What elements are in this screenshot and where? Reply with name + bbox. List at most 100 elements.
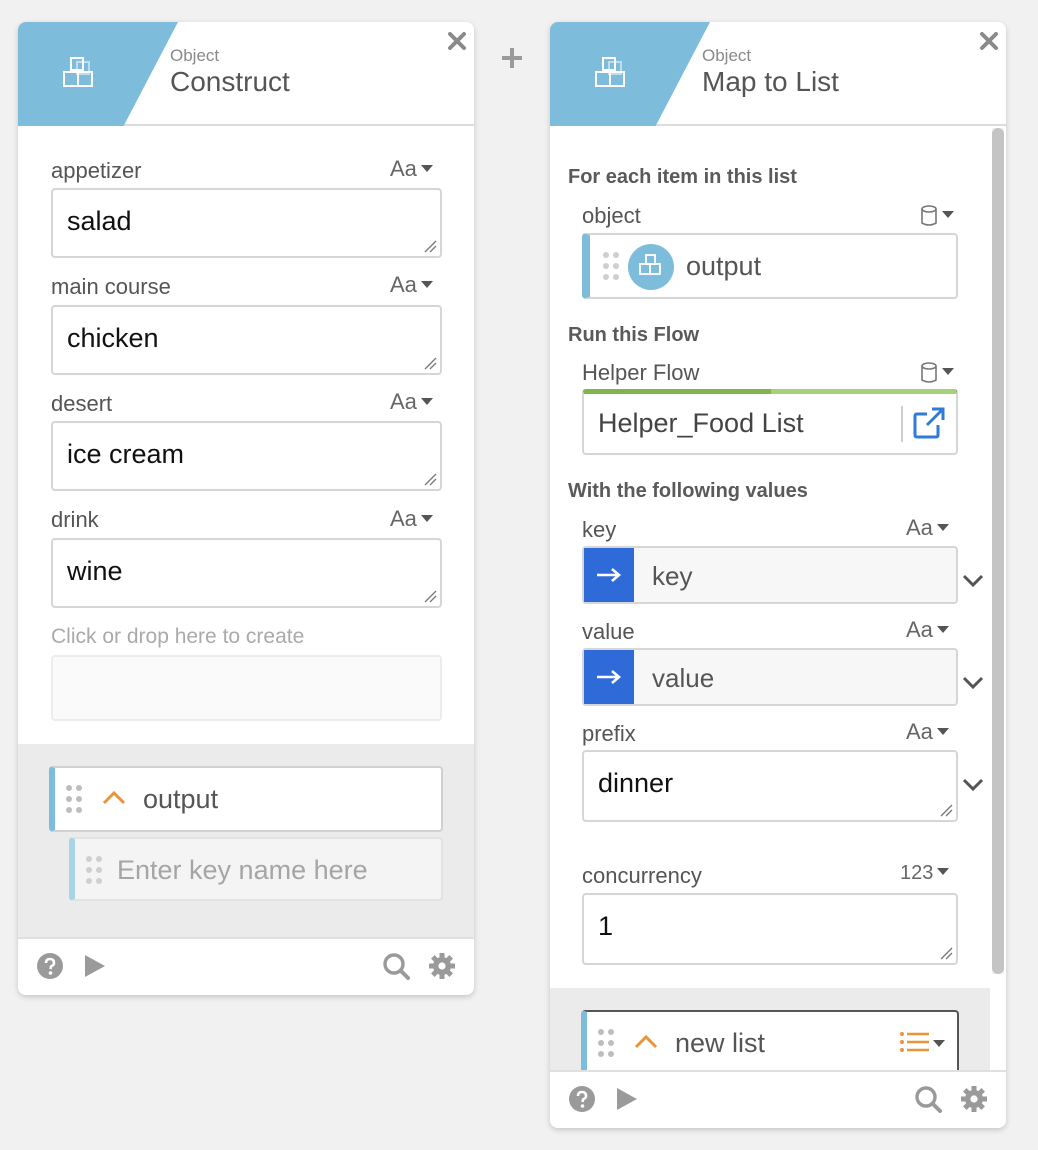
- field-label-appetizer: appetizer: [51, 158, 142, 183]
- caret-down-icon: [936, 523, 949, 531]
- close-icon[interactable]: [978, 30, 1000, 52]
- drag-handle-icon[interactable]: [602, 251, 620, 281]
- key-name-row[interactable]: Enter key name here: [69, 837, 443, 901]
- concurrency-input[interactable]: 1: [582, 893, 958, 965]
- type-selector[interactable]: Aa: [390, 506, 433, 532]
- gear-icon[interactable]: [960, 1085, 988, 1113]
- field-label-drink: drink: [51, 507, 99, 532]
- list-type-icon[interactable]: [899, 1030, 945, 1054]
- output-row[interactable]: output: [49, 766, 443, 832]
- caret-down-icon: [420, 514, 433, 522]
- type-selector[interactable]: Aa: [906, 515, 949, 541]
- collapse-caret-icon[interactable]: [633, 1032, 659, 1050]
- type-selector[interactable]: Aa: [906, 719, 949, 745]
- output-area: output Enter key name here: [18, 744, 474, 938]
- type-selector-label: Aa: [390, 506, 417, 531]
- type-selector[interactable]: Aa: [390, 389, 433, 415]
- drop-hint: Click or drop here to create: [51, 625, 305, 648]
- prefix-input[interactable]: dinner: [582, 750, 958, 822]
- map-to-list-card: Object Map to List For each item in this…: [550, 22, 1006, 1128]
- card-title: Map to List: [702, 66, 839, 97]
- field-label-helper-flow: Helper Flow: [582, 360, 700, 385]
- helper-flow-value: Helper_Food List: [598, 408, 804, 438]
- mapping-arrow: [584, 650, 634, 704]
- helper-flow-selector[interactable]: Helper_Food List: [582, 389, 958, 455]
- construct-card: Object Construct appetizer Aa salad main…: [18, 22, 474, 995]
- card-subtitle: Object: [170, 46, 220, 65]
- resize-grip-icon[interactable]: [424, 590, 437, 603]
- type-selector-label: Aa: [390, 272, 417, 297]
- chevron-down-icon[interactable]: [962, 574, 984, 588]
- mapping-arrow: [584, 548, 634, 602]
- construct-header: Object Construct: [18, 22, 474, 126]
- section-for-each: For each item in this list: [568, 166, 797, 188]
- scrollbar-thumb[interactable]: [992, 128, 1004, 974]
- field-label-object: object: [582, 203, 641, 228]
- caret-down-icon: [420, 164, 433, 172]
- database-icon: [921, 362, 937, 383]
- resize-grip-icon[interactable]: [940, 804, 953, 817]
- section-run-flow: Run this Flow: [568, 324, 700, 346]
- gear-icon[interactable]: [428, 952, 456, 980]
- drop-zone[interactable]: [51, 655, 442, 721]
- type-selector-label: Aa: [906, 617, 933, 642]
- value-mapping-label: value: [652, 663, 715, 693]
- chevron-down-icon[interactable]: [962, 676, 984, 690]
- desert-input[interactable]: ice cream: [51, 421, 442, 491]
- type-selector-label: Aa: [906, 515, 933, 540]
- field-label-value: value: [582, 619, 635, 644]
- resize-grip-icon[interactable]: [424, 473, 437, 486]
- type-selector[interactable]: Aa: [390, 156, 433, 182]
- object-reference[interactable]: output: [582, 233, 958, 299]
- output-area: new list: [550, 988, 990, 1076]
- output-row[interactable]: new list: [581, 1010, 959, 1076]
- open-external-link-icon[interactable]: [912, 406, 946, 440]
- close-icon[interactable]: [446, 30, 468, 52]
- resize-grip-icon[interactable]: [424, 357, 437, 370]
- type-selector[interactable]: Aa: [390, 272, 433, 298]
- main-course-value: chicken: [67, 323, 159, 353]
- resize-grip-icon[interactable]: [424, 240, 437, 253]
- value-mapping[interactable]: value: [582, 648, 958, 706]
- output-label: new list: [675, 1028, 766, 1058]
- type-selector-label: Aa: [906, 719, 933, 744]
- play-icon[interactable]: [612, 1085, 640, 1113]
- scrollbar[interactable]: [992, 128, 1004, 974]
- caret-down-icon: [420, 397, 433, 405]
- key-name-placeholder[interactable]: Enter key name here: [117, 855, 368, 886]
- resize-grip-icon[interactable]: [940, 947, 953, 960]
- arrow-right-icon: [597, 670, 621, 684]
- object-cubes-icon: [628, 244, 674, 290]
- search-icon[interactable]: [914, 1085, 942, 1113]
- type-selector[interactable]: Aa: [906, 617, 949, 643]
- drag-handle-icon[interactable]: [65, 784, 83, 814]
- source-type-selector[interactable]: [920, 359, 954, 385]
- caret-down-icon: [942, 210, 954, 218]
- search-icon[interactable]: [382, 952, 410, 980]
- collapse-caret-icon[interactable]: [101, 788, 127, 806]
- appetizer-input[interactable]: salad: [51, 188, 442, 258]
- chevron-down-icon[interactable]: [962, 778, 984, 792]
- source-type-selector[interactable]: [920, 202, 954, 228]
- play-icon[interactable]: [80, 952, 108, 980]
- help-icon[interactable]: [568, 1085, 596, 1113]
- object-reference-label: output: [686, 251, 762, 281]
- caret-down-icon: [936, 625, 949, 633]
- arrow-right-icon: [597, 568, 621, 582]
- drink-input[interactable]: wine: [51, 538, 442, 608]
- flow-progress-track: [771, 389, 956, 394]
- card-footer: [18, 937, 474, 995]
- add-step-plus-icon[interactable]: [498, 44, 526, 72]
- main-course-input[interactable]: chicken: [51, 305, 442, 375]
- key-mapping[interactable]: key: [582, 546, 958, 604]
- drag-handle-icon[interactable]: [597, 1028, 615, 1058]
- field-label-main-course: main course: [51, 274, 171, 299]
- card-title: Construct: [170, 66, 290, 97]
- prefix-value: dinner: [598, 768, 674, 798]
- output-label: output: [143, 784, 219, 814]
- type-selector[interactable]: 123: [900, 862, 950, 885]
- drag-handle-icon[interactable]: [85, 855, 103, 885]
- section-values: With the following values: [568, 480, 808, 502]
- help-icon[interactable]: [36, 952, 64, 980]
- appetizer-value: salad: [67, 206, 132, 236]
